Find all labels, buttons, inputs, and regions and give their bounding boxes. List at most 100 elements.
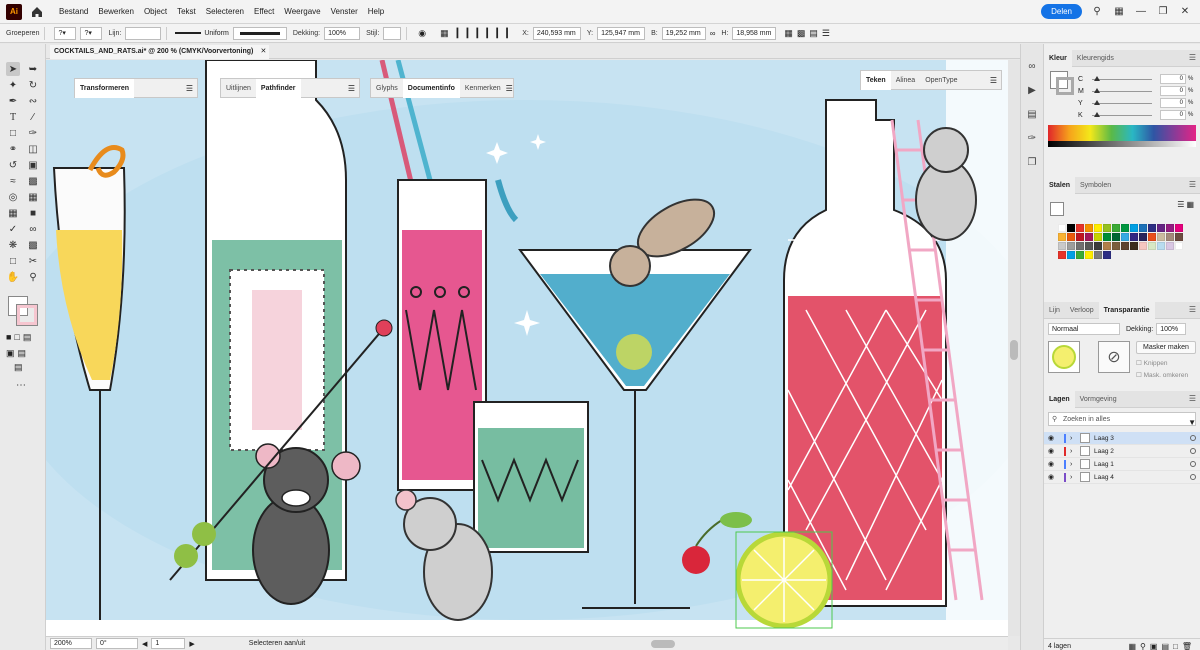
- swatch[interactable]: [1121, 233, 1129, 241]
- share-button[interactable]: Delen: [1041, 4, 1082, 19]
- blend-tool-icon[interactable]: ∞: [26, 222, 40, 236]
- expand-chevron-icon[interactable]: ›: [1070, 474, 1078, 481]
- swatch[interactable]: [1076, 251, 1084, 259]
- swatch[interactable]: [1175, 233, 1183, 241]
- swatch[interactable]: [1139, 224, 1147, 232]
- channel-slider[interactable]: [1092, 99, 1152, 105]
- swatch[interactable]: [1103, 242, 1111, 250]
- invert-mask-checkbox[interactable]: ☐ Mask. omkeren: [1136, 371, 1188, 379]
- swatch[interactable]: [1094, 251, 1102, 259]
- channel-value[interactable]: 0: [1160, 98, 1186, 108]
- transform-icons[interactable]: ▦▩▤☰: [784, 28, 834, 39]
- layers-search-input[interactable]: ⚲ Zoeken in alles: [1048, 412, 1196, 426]
- artboard-next-icon[interactable]: ▶: [189, 640, 194, 648]
- panel-menu-icon[interactable]: ☰: [348, 84, 355, 93]
- expand-chevron-icon[interactable]: ›: [1070, 461, 1078, 468]
- fill-stroke-icon[interactable]: [8, 296, 38, 326]
- type-tool-icon[interactable]: T: [6, 110, 20, 124]
- layer-row[interactable]: ◉ › Laag 4: [1044, 471, 1200, 484]
- channel-slider[interactable]: [1092, 75, 1152, 81]
- swatch[interactable]: [1067, 242, 1075, 250]
- recolor-icon[interactable]: ◉: [418, 28, 426, 39]
- swatch[interactable]: [1103, 224, 1111, 232]
- swatch[interactable]: [1085, 251, 1093, 259]
- artwork-canvas[interactable]: Transformeren ☰ Uitlijnen Pathfinder ☰ G…: [46, 60, 1008, 636]
- slice-tool-icon[interactable]: ✂: [26, 254, 40, 268]
- swatch[interactable]: [1067, 251, 1075, 259]
- opacity-input[interactable]: 100%: [1156, 323, 1187, 335]
- menu-bestand[interactable]: Bestand: [54, 7, 93, 16]
- swatch[interactable]: [1103, 233, 1111, 241]
- swatch[interactable]: [1103, 251, 1111, 259]
- document-tab[interactable]: COCKTAILS_AND_RATS.ai* @ 200 % (CMYK/Voo…: [50, 45, 270, 59]
- channel-value[interactable]: 0: [1160, 110, 1186, 120]
- swatch[interactable]: [1112, 233, 1120, 241]
- swatch[interactable]: [1094, 224, 1102, 232]
- panel-menu-icon[interactable]: ☰: [990, 76, 997, 85]
- shape-builder-tool-icon[interactable]: ◎: [6, 190, 20, 204]
- swatch[interactable]: [1157, 233, 1165, 241]
- menu-venster[interactable]: Venster: [326, 7, 363, 16]
- symbol-sprayer-tool-icon[interactable]: ❋: [6, 238, 20, 252]
- swatch[interactable]: [1085, 224, 1093, 232]
- layer-name[interactable]: Laag 2: [1094, 448, 1190, 455]
- swatch[interactable]: [1166, 224, 1174, 232]
- tab-uitlijnen[interactable]: Uitlijnen: [221, 79, 256, 98]
- swatch[interactable]: [1085, 242, 1093, 250]
- x-input[interactable]: 240,593 mm: [532, 26, 581, 40]
- visibility-eye-icon[interactable]: ◉: [1044, 447, 1058, 455]
- menu-help[interactable]: Help: [363, 7, 389, 16]
- paintbrush-tool-icon[interactable]: ✑: [26, 126, 40, 140]
- rectangle-tool-icon[interactable]: □: [6, 126, 20, 140]
- scale-tool-icon[interactable]: ▣: [26, 158, 40, 172]
- documentinfo-panel[interactable]: Glyphs Documentinfo Kenmerken ☰: [370, 78, 514, 98]
- workspace-icon[interactable]: ▦: [1112, 6, 1126, 17]
- direct-selection-tool-icon[interactable]: ➥: [26, 62, 40, 76]
- clip-checkbox[interactable]: ☐ Knippen: [1136, 359, 1168, 367]
- color-spectrum[interactable]: [1048, 125, 1196, 147]
- artboard-field[interactable]: 1: [151, 638, 186, 649]
- tab-teken[interactable]: Teken: [861, 70, 891, 90]
- panel-menu-icon[interactable]: ☰: [1189, 394, 1196, 403]
- channel-k[interactable]: K 0 %: [1044, 109, 1200, 121]
- hand-tool-icon[interactable]: ✋: [6, 270, 20, 284]
- screen-mode-icon[interactable]: ▤: [14, 362, 23, 373]
- color-mode-icons[interactable]: ■□▤: [6, 332, 34, 343]
- fill-swatch[interactable]: ?▾: [54, 26, 77, 40]
- scrollbar-thumb[interactable]: [1010, 340, 1018, 360]
- align-icons[interactable]: ▎▎▎▎▎▎: [457, 28, 517, 39]
- tab-transparantie[interactable]: Transparantie: [1098, 301, 1155, 319]
- style-dropdown[interactable]: [383, 26, 402, 40]
- graph-tool-icon[interactable]: ▩: [26, 238, 40, 252]
- swatch[interactable]: [1121, 242, 1129, 250]
- line-tool-icon[interactable]: ∕: [26, 110, 40, 124]
- panel-menu-icon[interactable]: ☰: [1189, 180, 1196, 189]
- status-text[interactable]: Selecteren aan/uit: [249, 640, 305, 647]
- swatch-view-icons[interactable]: ☰▦: [1177, 200, 1196, 209]
- free-transform-tool-icon[interactable]: ▩: [26, 174, 40, 188]
- target-circle-icon[interactable]: [1190, 474, 1196, 480]
- swatch[interactable]: [1058, 242, 1066, 250]
- zoom-tool-icon[interactable]: ⚲: [26, 270, 40, 284]
- brush-definition[interactable]: [232, 26, 287, 40]
- swatch[interactable]: [1121, 224, 1129, 232]
- swatch[interactable]: [1157, 242, 1165, 250]
- artboard-tool-icon[interactable]: □: [6, 254, 20, 268]
- character-panel[interactable]: Teken Alinea OpenType ☰: [860, 70, 1002, 90]
- properties-icon[interactable]: ▤: [1024, 106, 1040, 122]
- menu-tekst[interactable]: Tekst: [172, 7, 201, 16]
- vertical-scrollbar[interactable]: [1008, 60, 1020, 636]
- swatch[interactable]: [1130, 224, 1138, 232]
- swatch[interactable]: [1058, 224, 1066, 232]
- swatch[interactable]: [1166, 242, 1174, 250]
- shaper-tool-icon[interactable]: ⚭: [6, 142, 20, 156]
- panel-menu-icon[interactable]: ☰: [506, 84, 513, 93]
- link-icon[interactable]: ∞: [710, 29, 716, 38]
- w-input[interactable]: 19,252 mm: [661, 26, 706, 40]
- tab-opentype[interactable]: OpenType: [920, 71, 962, 90]
- expand-chevron-icon[interactable]: ›: [1070, 435, 1078, 442]
- tab-symbolen[interactable]: Symbolen: [1075, 177, 1116, 194]
- layer-row[interactable]: ◉ › Laag 1: [1044, 458, 1200, 471]
- make-mask-button[interactable]: Masker maken: [1136, 341, 1196, 354]
- more-tools-icon[interactable]: ⋯: [16, 380, 26, 391]
